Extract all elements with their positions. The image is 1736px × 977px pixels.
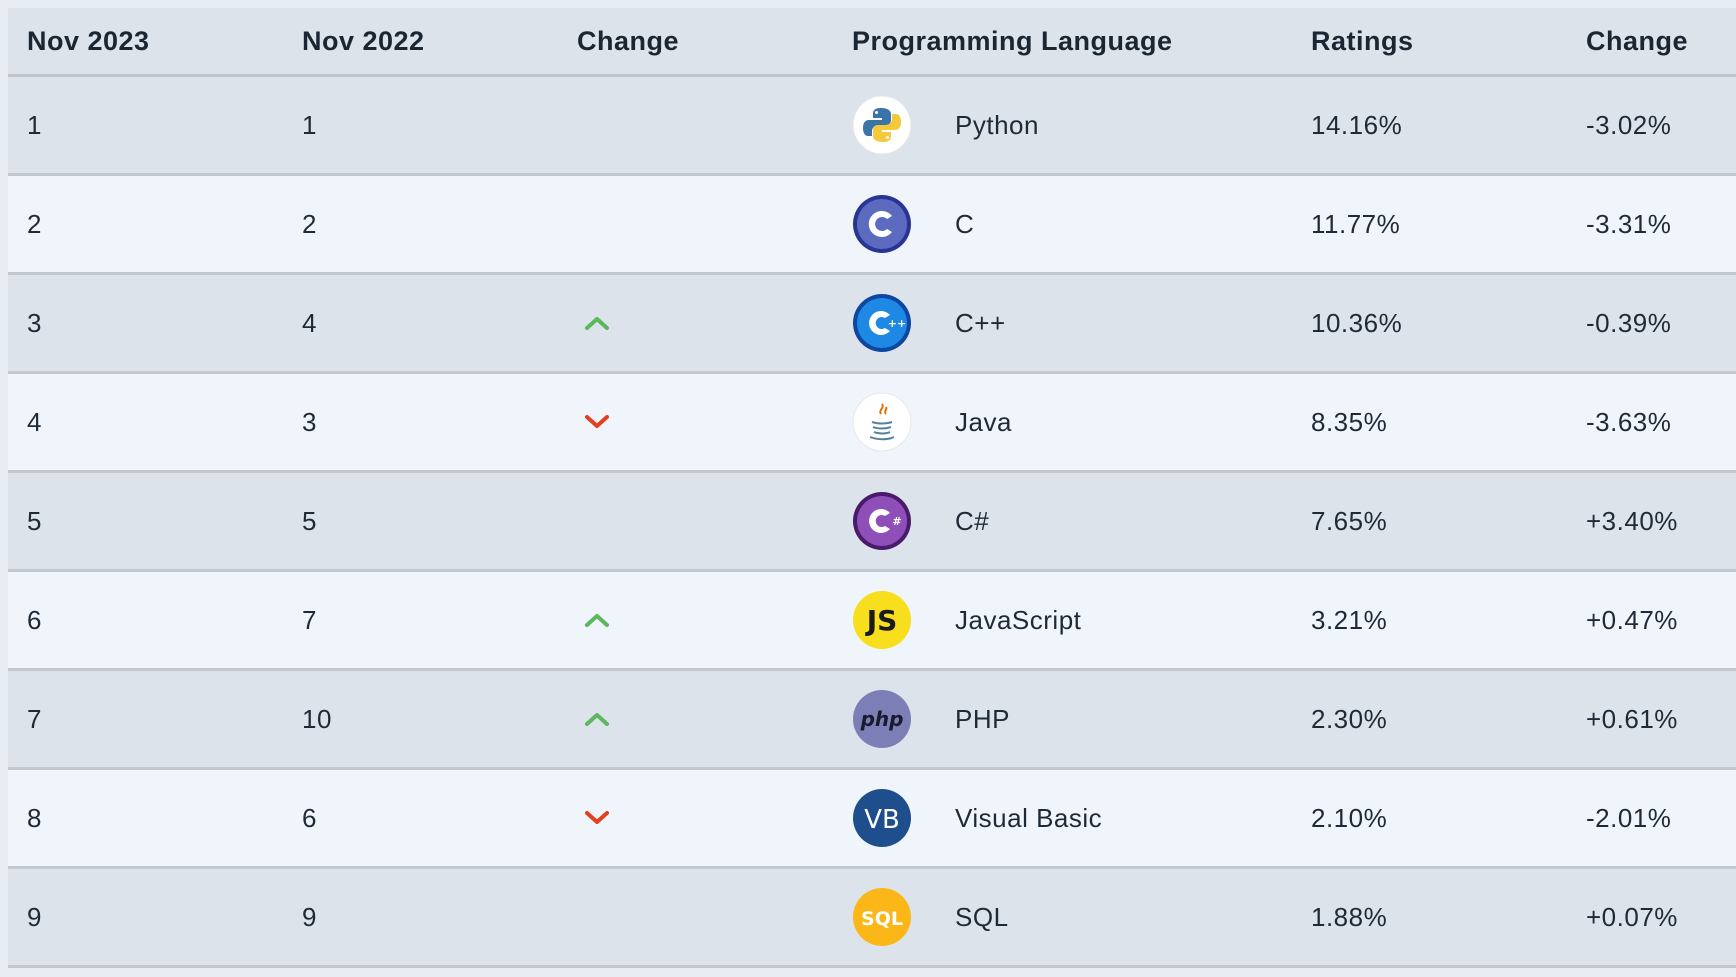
table-row: 8 6 VB Visual Basic 2.10% -2.01% — [8, 770, 1736, 869]
c-logo-icon — [852, 194, 912, 254]
visual-basic-logo-icon: VB — [852, 788, 912, 848]
rating-change: -0.39% — [1586, 307, 1672, 338]
rank-2023: 5 — [27, 505, 42, 536]
table-row: 5 5 # C# 7.65% +3.40% — [8, 473, 1736, 572]
ranking-table: Nov 2023 Nov 2022 Change Programming Lan… — [8, 8, 1736, 968]
svg-text:JS: JS — [865, 604, 898, 637]
svg-text:VB: VB — [864, 805, 900, 835]
table-row: 4 3 Java 8.35% -3.63% — [8, 374, 1736, 473]
svg-text:php: php — [860, 707, 904, 731]
trend-down-icon — [584, 770, 610, 866]
trend-up-icon — [584, 572, 610, 668]
language-name: Python — [955, 109, 1039, 140]
java-logo-icon — [852, 392, 912, 452]
rating-value: 7.65% — [1311, 505, 1388, 536]
rank-2023: 3 — [27, 307, 42, 338]
rank-2022: 5 — [302, 505, 317, 536]
sql-logo-icon: SQL — [852, 887, 912, 947]
rating-change: +0.07% — [1586, 901, 1678, 932]
table-row: 2 2 C 11.77% -3.31% — [8, 176, 1736, 275]
rating-change: -3.02% — [1586, 109, 1672, 140]
rank-2022: 10 — [302, 703, 332, 734]
language-name: C — [955, 208, 975, 239]
python-logo-icon — [852, 95, 912, 155]
svg-text:SQL: SQL — [861, 908, 903, 930]
rank-2022: 3 — [302, 406, 317, 437]
rating-value: 3.21% — [1311, 604, 1388, 635]
rating-value: 11.77% — [1311, 208, 1401, 239]
php-logo-icon: php — [852, 689, 912, 749]
rank-2023: 6 — [27, 604, 42, 635]
header-change-rating[interactable]: Change — [1586, 8, 1688, 74]
language-name: PHP — [955, 703, 1010, 734]
header-change-rank[interactable]: Change — [577, 8, 679, 74]
trend-up-icon — [584, 275, 610, 371]
language-name: JavaScript — [955, 604, 1082, 635]
language-name: Visual Basic — [955, 802, 1103, 833]
rating-change: -3.63% — [1586, 406, 1672, 437]
header-ratings[interactable]: Ratings — [1311, 8, 1414, 74]
rank-2023: 1 — [27, 109, 42, 140]
rank-2023: 2 — [27, 208, 42, 239]
language-name: SQL — [955, 901, 1009, 932]
rating-value: 10.36% — [1311, 307, 1403, 338]
language-name: C# — [955, 505, 990, 536]
header-nov-2023[interactable]: Nov 2023 — [27, 8, 150, 74]
trend-up-icon — [584, 671, 610, 767]
table-body: 1 1 Python 14.16% -3.02% 2 2 C 11.77% -3.31% 3 4 ++ C… — [8, 77, 1736, 968]
csharp-logo-icon: # — [852, 491, 912, 551]
header-programming-language[interactable]: Programming Language — [852, 8, 1173, 74]
table-header: Nov 2023 Nov 2022 Change Programming Lan… — [8, 8, 1736, 77]
rating-change: +3.40% — [1586, 505, 1678, 536]
rank-2022: 9 — [302, 901, 317, 932]
rank-2022: 4 — [302, 307, 317, 338]
rating-value: 8.35% — [1311, 406, 1388, 437]
svg-text:#: # — [892, 515, 901, 528]
table-row: 7 10 php PHP 2.30% +0.61% — [8, 671, 1736, 770]
rating-change: +0.61% — [1586, 703, 1678, 734]
rating-change: -2.01% — [1586, 802, 1672, 833]
rank-2022: 1 — [302, 109, 317, 140]
trend-down-icon — [584, 374, 610, 470]
rating-change: +0.47% — [1586, 604, 1678, 635]
rank-2022: 2 — [302, 208, 317, 239]
rank-2022: 6 — [302, 802, 317, 833]
svg-text:++: ++ — [888, 317, 906, 330]
rank-2022: 7 — [302, 604, 317, 635]
rank-2023: 9 — [27, 901, 42, 932]
rank-2023: 7 — [27, 703, 42, 734]
rating-value: 14.16% — [1311, 109, 1403, 140]
rating-value: 2.30% — [1311, 703, 1388, 734]
rating-value: 2.10% — [1311, 802, 1388, 833]
table-row: 9 9 SQL SQL 1.88% +0.07% — [8, 869, 1736, 968]
language-name: C++ — [955, 307, 1006, 338]
table-row: 1 1 Python 14.16% -3.02% — [8, 77, 1736, 176]
rank-2023: 8 — [27, 802, 42, 833]
header-nov-2022[interactable]: Nov 2022 — [302, 8, 425, 74]
table-row: 3 4 ++ C++ 10.36% -0.39% — [8, 275, 1736, 374]
table-row: 6 7 JS JavaScript 3.21% +0.47% — [8, 572, 1736, 671]
cpp-logo-icon: ++ — [852, 293, 912, 353]
rating-value: 1.88% — [1311, 901, 1388, 932]
javascript-logo-icon: JS — [852, 590, 912, 650]
rank-2023: 4 — [27, 406, 42, 437]
language-name: Java — [955, 406, 1012, 437]
rating-change: -3.31% — [1586, 208, 1672, 239]
